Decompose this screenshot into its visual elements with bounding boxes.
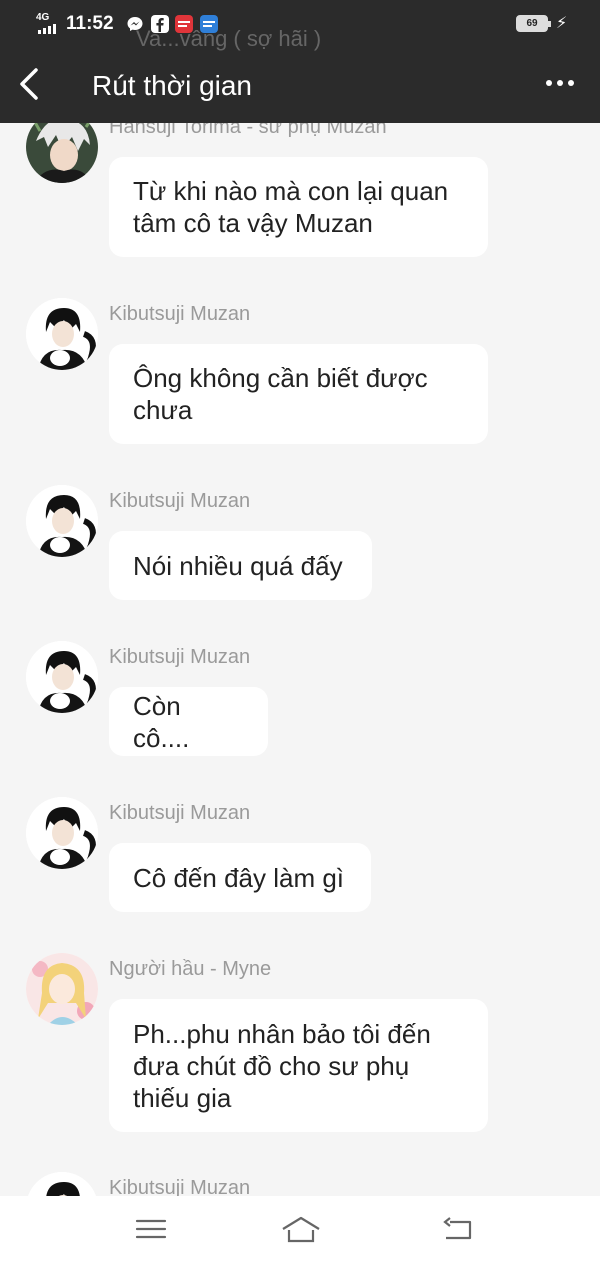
sender-name: Kibutsuji Muzan — [109, 802, 251, 824]
story-app-icon — [200, 15, 218, 33]
avatar[interactable] — [26, 953, 98, 1025]
message-line: Ông không cần biết được — [133, 363, 428, 393]
status-bar: 4G 11:52 69 ⚡ — [0, 0, 600, 46]
network-label: 4G — [36, 12, 50, 23]
message-bubble[interactable]: Cô đến đây làm gì — [109, 843, 371, 912]
message-line: Ph...phu nhân bảo tôi đến — [133, 1018, 431, 1049]
message-bubble[interactable]: Ph...phu nhân bảo tôi đến đưa chút đồ ch… — [109, 999, 488, 1132]
messenger-icon — [126, 15, 144, 33]
page-title: Rút thời gian — [92, 70, 253, 101]
message-line: Cô đến đây làm gì — [133, 862, 345, 893]
home-icon[interactable] — [280, 1214, 322, 1244]
message-bubble[interactable]: Ông không cần biết được chưa — [109, 344, 488, 444]
avatar[interactable] — [26, 485, 98, 557]
signal-icon — [38, 24, 56, 34]
menu-icon[interactable] — [133, 1214, 169, 1244]
manga-app-icon — [175, 15, 193, 33]
message-bubble[interactable]: Còn cô.... — [109, 687, 268, 756]
sender-name: Kibutsuji Muzan — [109, 490, 251, 512]
message-bubble[interactable]: Từ khi nào mà con lại quan tâm cô ta vậy… — [109, 157, 488, 257]
message-line: đưa chút đồ cho sư phụ — [133, 1050, 410, 1081]
avatar[interactable] — [26, 298, 98, 370]
message-line: Còn cô.... — [133, 690, 190, 753]
avatar[interactable] — [26, 797, 98, 869]
back-icon[interactable] — [440, 1214, 476, 1244]
back-arrow-icon[interactable] — [16, 66, 46, 102]
battery-icon: 69 — [516, 15, 551, 32]
message-bubble[interactable]: Nói nhiều quá đấy — [109, 531, 372, 600]
app-header: Va...vâng ( sợ hãi ) 4G 11:52 69 ⚡ Rút t… — [0, 0, 600, 123]
system-nav-bar — [0, 1196, 600, 1267]
message-line: Từ khi nào mà con lại quan — [133, 176, 449, 206]
sender-name: Kibutsuji Muzan — [109, 303, 251, 325]
sender-name: Kibutsuji Muzan — [109, 646, 251, 668]
message-line: tâm cô ta vậy Muzan — [133, 208, 373, 238]
sender-name: Người hầu - Myne — [109, 958, 272, 980]
more-options-icon[interactable] — [546, 80, 574, 86]
facebook-icon — [151, 15, 169, 33]
charging-icon: ⚡ — [556, 15, 568, 32]
message-line: chưa — [133, 395, 193, 425]
avatar[interactable] — [26, 641, 98, 713]
clock: 11:52 — [66, 13, 114, 34]
message-line: thiếu gia — [133, 1082, 232, 1113]
message-line: Nói nhiều quá đấy — [133, 550, 343, 581]
